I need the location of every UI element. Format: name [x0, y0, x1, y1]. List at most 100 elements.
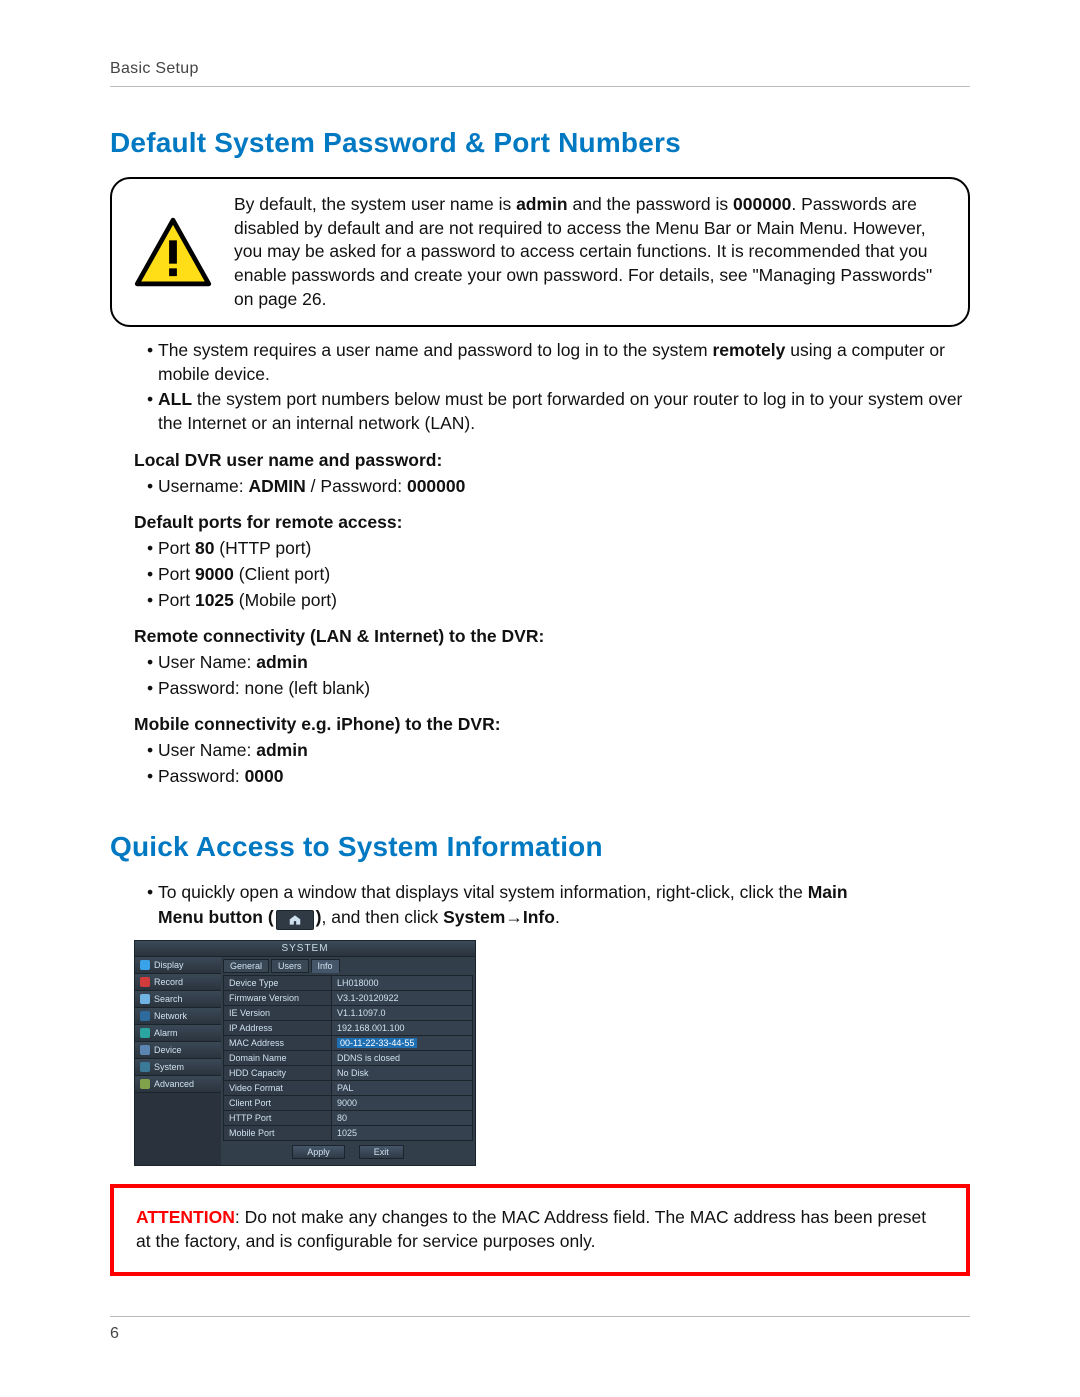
warning-text: By default, the system user name is admi…	[234, 193, 946, 311]
sidebar-item-system[interactable]: System	[135, 1059, 221, 1076]
bullet-port-forward: ALL the system port numbers below must b…	[158, 388, 970, 435]
table-row: Domain NameDDNS is closed	[224, 1051, 473, 1066]
subhead-ports: Default ports for remote access:	[134, 512, 970, 533]
sidebar-item-label: Alarm	[154, 1028, 178, 1038]
info-value: V3.1-20120922	[332, 991, 473, 1006]
sidebar-item-label: Network	[154, 1011, 187, 1021]
info-value: 80	[332, 1111, 473, 1126]
info-value: No Disk	[332, 1066, 473, 1081]
subhead-remote: Remote connectivity (LAN & Internet) to …	[134, 626, 970, 647]
system-panel-title: SYSTEM	[135, 941, 475, 957]
remote-pass: Password: none (left blank)	[158, 677, 970, 701]
sidebar-icon	[140, 1079, 150, 1089]
table-row: Video FormatPAL	[224, 1081, 473, 1096]
sidebar-item-alarm[interactable]: Alarm	[135, 1025, 221, 1042]
sidebar-icon	[140, 994, 150, 1004]
attention-text: : Do not make any changes to the MAC Add…	[136, 1207, 926, 1251]
info-key: Firmware Version	[224, 991, 332, 1006]
subhead-local: Local DVR user name and password:	[134, 450, 970, 471]
table-row: HDD CapacityNo Disk	[224, 1066, 473, 1081]
info-value: V1.1.1097.0	[332, 1006, 473, 1021]
heading-default-password: Default System Password & Port Numbers	[110, 127, 970, 159]
sidebar-icon	[140, 977, 150, 987]
info-key: Domain Name	[224, 1051, 332, 1066]
sidebar-item-label: Search	[154, 994, 183, 1004]
sidebar-item-display[interactable]: Display	[135, 957, 221, 974]
info-key: IP Address	[224, 1021, 332, 1036]
quick-bullets: To quickly open a window that displays v…	[110, 881, 970, 931]
tab-users[interactable]: Users	[271, 959, 309, 973]
sidebar-icon	[140, 1011, 150, 1021]
info-key: HTTP Port	[224, 1111, 332, 1126]
info-key: Client Port	[224, 1096, 332, 1111]
sidebar-item-label: System	[154, 1062, 184, 1072]
table-row: Client Port9000	[224, 1096, 473, 1111]
info-value: PAL	[332, 1081, 473, 1096]
page: Basic Setup Default System Password & Po…	[0, 0, 1080, 1397]
header-section-label: Basic Setup	[110, 60, 970, 78]
footer-rule	[110, 1316, 970, 1317]
info-key: IE Version	[224, 1006, 332, 1021]
sidebar-item-search[interactable]: Search	[135, 991, 221, 1008]
info-value: 192.168.001.100	[332, 1021, 473, 1036]
info-key: HDD Capacity	[224, 1066, 332, 1081]
info-key: Device Type	[224, 976, 332, 991]
top-bullets: The system requires a user name and pass…	[110, 339, 970, 436]
info-key: MAC Address	[224, 1036, 332, 1051]
sidebar-item-device[interactable]: Device	[135, 1042, 221, 1059]
info-key: Video Format	[224, 1081, 332, 1096]
system-buttons: Apply Exit	[223, 1141, 473, 1163]
port-http: Port 80 (HTTP port)	[158, 537, 970, 561]
sidebar-item-label: Advanced	[154, 1079, 194, 1089]
bullet-remote-login: The system requires a user name and pass…	[158, 339, 970, 386]
table-row: MAC Address00-11-22-33-44-55	[224, 1036, 473, 1051]
info-value: 1025	[332, 1126, 473, 1141]
sidebar-item-record[interactable]: Record	[135, 974, 221, 991]
mobile-list: User Name: admin Password: 0000	[110, 739, 970, 788]
subhead-mobile: Mobile connectivity e.g. iPhone) to the …	[134, 714, 970, 735]
system-main: GeneralUsersInfo Device TypeLH018000Firm…	[221, 957, 475, 1165]
sidebar-item-network[interactable]: Network	[135, 1008, 221, 1025]
info-value: 9000	[332, 1096, 473, 1111]
ports-list: Port 80 (HTTP port) Port 9000 (Client po…	[110, 537, 970, 612]
remote-list: User Name: admin Password: none (left bl…	[110, 651, 970, 700]
local-list: Username: ADMIN / Password: 000000	[110, 475, 970, 499]
port-client: Port 9000 (Client port)	[158, 563, 970, 587]
info-value: LH018000	[332, 976, 473, 991]
table-row: Device TypeLH018000	[224, 976, 473, 991]
local-creds: Username: ADMIN / Password: 000000	[158, 475, 970, 499]
header-rule	[110, 86, 970, 87]
system-sidebar: Display Record Search Network Alarm Device Sys…	[135, 957, 221, 1165]
main-menu-icon	[276, 910, 314, 930]
heading-quick-access: Quick Access to System Information	[110, 831, 970, 863]
quick-instruction: To quickly open a window that displays v…	[158, 881, 970, 931]
info-value: 00-11-22-33-44-55	[332, 1036, 473, 1051]
tab-info[interactable]: Info	[311, 959, 340, 973]
info-value: DDNS is closed	[332, 1051, 473, 1066]
attention-box: ATTENTION: Do not make any changes to th…	[110, 1184, 970, 1275]
tab-general[interactable]: General	[223, 959, 269, 973]
apply-button[interactable]: Apply	[292, 1145, 345, 1159]
sidebar-item-label: Record	[154, 977, 183, 987]
system-panel: SYSTEM Display Record Search Network Alarm De…	[134, 940, 476, 1166]
table-row: Mobile Port1025	[224, 1126, 473, 1141]
sidebar-item-label: Device	[154, 1045, 182, 1055]
sidebar-icon	[140, 960, 150, 970]
table-row: IE VersionV1.1.1097.0	[224, 1006, 473, 1021]
sidebar-item-label: Display	[154, 960, 184, 970]
sidebar-item-advanced[interactable]: Advanced	[135, 1076, 221, 1093]
attention-lead: ATTENTION	[136, 1207, 235, 1227]
mobile-pass: Password: 0000	[158, 765, 970, 789]
exit-button[interactable]: Exit	[359, 1145, 404, 1159]
mobile-user: User Name: admin	[158, 739, 970, 763]
warning-callout: By default, the system user name is admi…	[110, 177, 970, 327]
page-number: 6	[110, 1325, 970, 1343]
info-key: Mobile Port	[224, 1126, 332, 1141]
port-mobile: Port 1025 (Mobile port)	[158, 589, 970, 613]
sidebar-icon	[140, 1045, 150, 1055]
table-row: IP Address192.168.001.100	[224, 1021, 473, 1036]
system-info-table: Device TypeLH018000Firmware VersionV3.1-…	[223, 975, 473, 1141]
system-tabs: GeneralUsersInfo	[223, 959, 473, 973]
sidebar-icon	[140, 1028, 150, 1038]
table-row: Firmware VersionV3.1-20120922	[224, 991, 473, 1006]
